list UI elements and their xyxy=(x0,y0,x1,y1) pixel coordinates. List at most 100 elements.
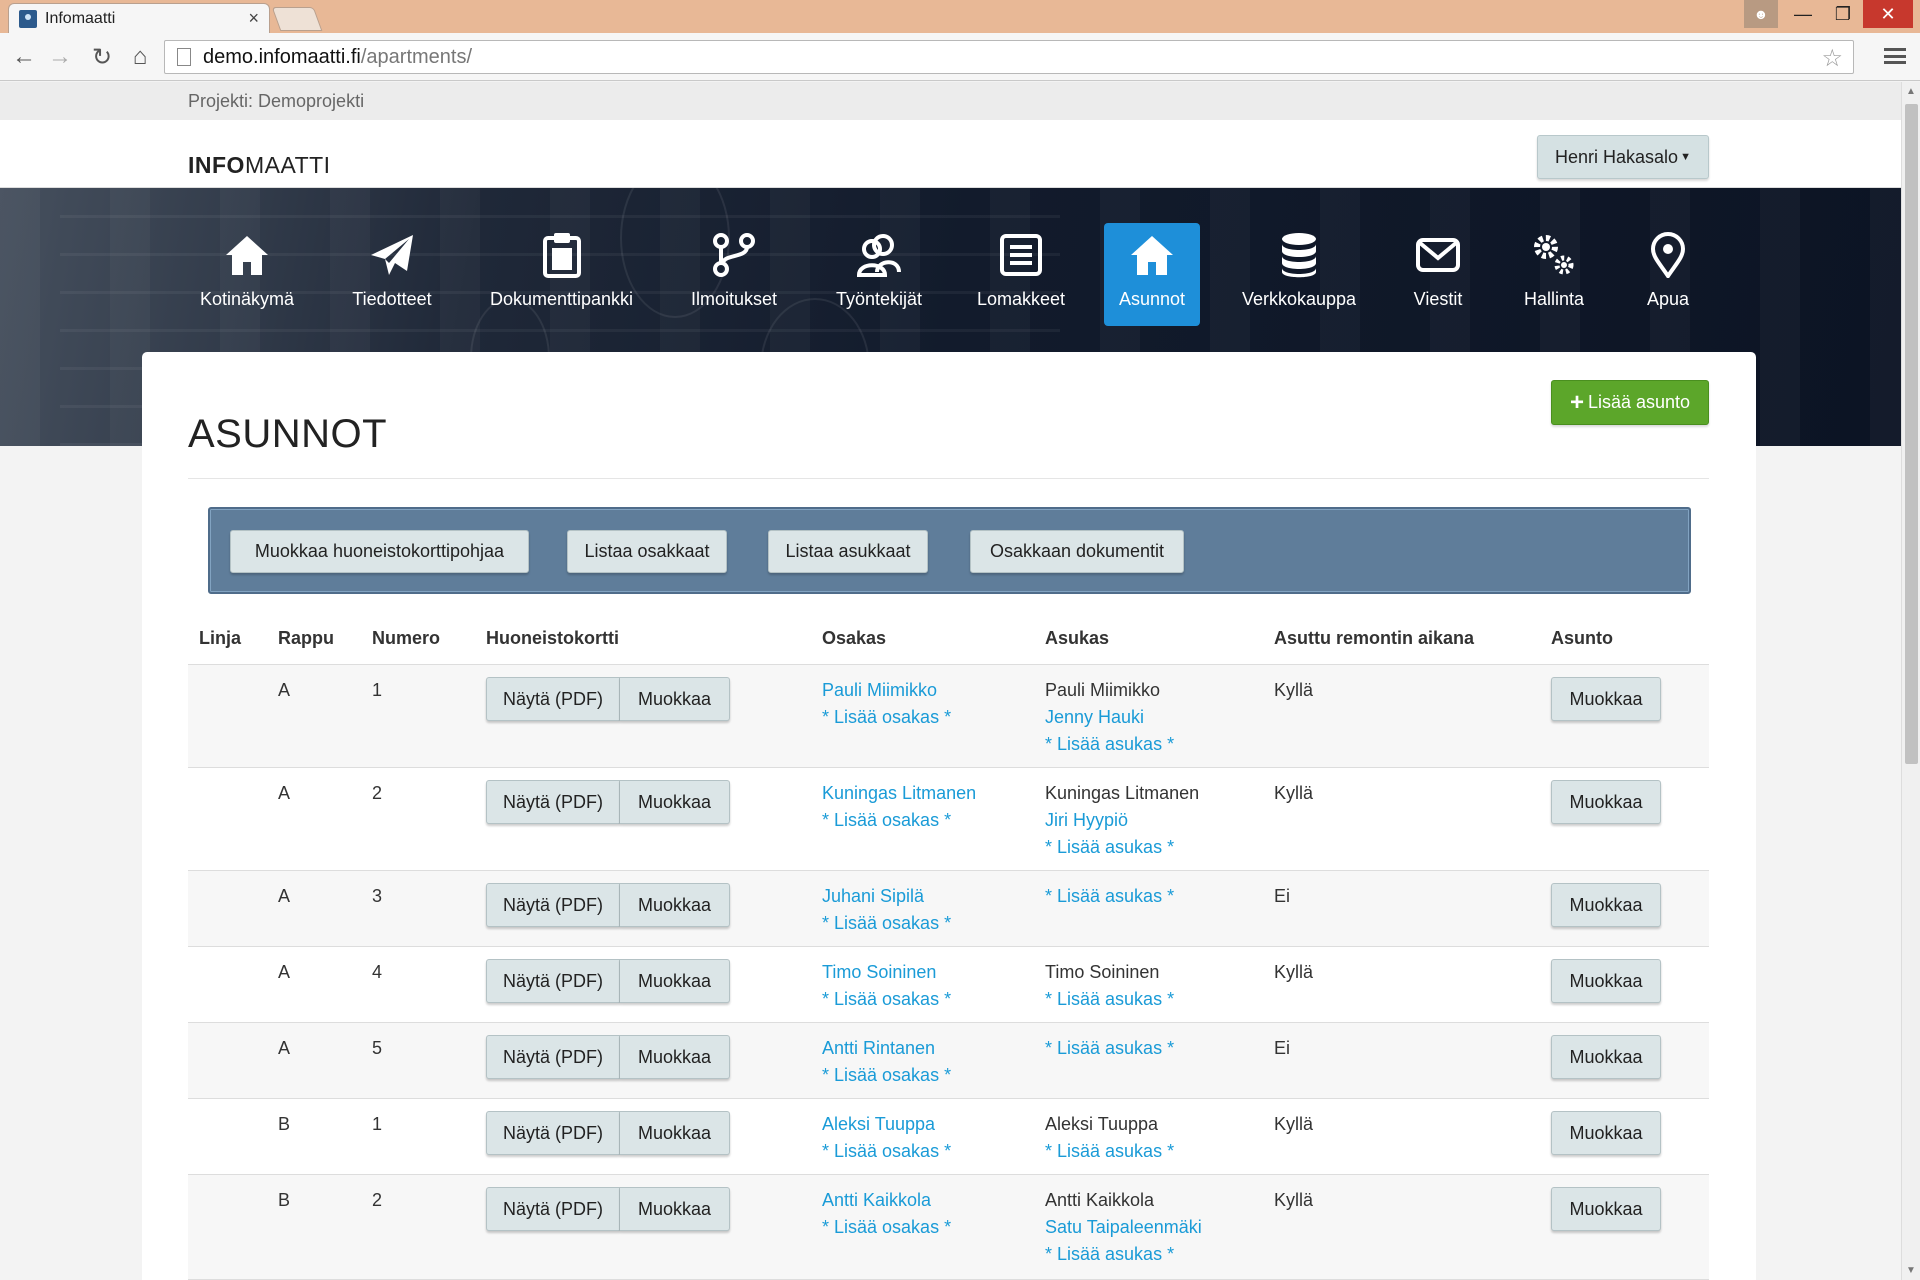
cell-asuttu: Kyllä xyxy=(1274,680,1314,700)
nav-item-kotinakyma[interactable]: Kotinäkymä xyxy=(195,223,299,326)
add-owner-link[interactable]: * Lisää osakas * xyxy=(822,704,951,731)
nav-item-tyontekijat[interactable]: Työntekijät xyxy=(827,223,931,326)
forward-arrow-icon[interactable]: → xyxy=(44,41,76,73)
cell-asuttu: Ei xyxy=(1274,1038,1291,1058)
table-row: A 2 Näytä (PDF) Muokkaa Kuningas Litmanen * L… xyxy=(188,768,1709,871)
add-owner-link[interactable]: * Lisää osakas * xyxy=(822,1062,951,1089)
browser-tab[interactable]: Infomaatti × xyxy=(8,3,270,33)
edit-apartment-button[interactable]: Muokkaa xyxy=(1551,780,1661,824)
show-pdf-button[interactable]: Näytä (PDF) xyxy=(486,780,620,824)
table-row: B 1 Näytä (PDF) Muokkaa Aleksi Tuuppa * Lisää… xyxy=(188,1099,1709,1175)
add-resident-link[interactable]: * Lisää asukas * xyxy=(1045,1138,1174,1165)
cell-rappu: B xyxy=(278,1190,291,1210)
minimize-button[interactable]: — xyxy=(1783,0,1823,28)
edit-card-button[interactable]: Muokkaa xyxy=(620,1111,730,1155)
owner-link[interactable]: Juhani Sipilä xyxy=(822,883,951,910)
add-owner-link[interactable]: * Lisää osakas * xyxy=(822,986,951,1013)
edit-apartment-button[interactable]: Muokkaa xyxy=(1551,883,1661,927)
nav-item-hallinta[interactable]: Hallinta xyxy=(1512,223,1596,326)
add-resident-link[interactable]: * Lisää asukas * xyxy=(1045,731,1174,758)
nav-item-viestit[interactable]: Viestit xyxy=(1400,223,1476,326)
show-pdf-button[interactable]: Näytä (PDF) xyxy=(486,1187,620,1231)
scroll-down-icon[interactable]: ▼ xyxy=(1906,1265,1916,1276)
edit-card-button[interactable]: Muokkaa xyxy=(620,780,730,824)
show-pdf-button[interactable]: Näytä (PDF) xyxy=(486,677,620,721)
project-bar: Projekti: Demoprojekti xyxy=(0,82,1901,120)
resident-link[interactable]: Satu Taipaleenmäki xyxy=(1045,1214,1202,1241)
nav-label: Asunnot xyxy=(1118,289,1186,309)
edit-apartment-button[interactable]: Muokkaa xyxy=(1551,1187,1661,1231)
add-resident-link[interactable]: * Lisää asukas * xyxy=(1045,1241,1202,1268)
nav-label: Tiedotteet xyxy=(352,289,432,309)
home-button-icon[interactable]: ⌂ xyxy=(124,41,156,73)
nav-item-tiedotteet[interactable]: Tiedotteet xyxy=(342,223,442,326)
nav-item-apua[interactable]: Apua xyxy=(1634,223,1702,326)
resident-link[interactable]: Jenny Hauki xyxy=(1045,704,1174,731)
bookmark-star-icon[interactable]: ☆ xyxy=(1821,44,1843,73)
gears-icon xyxy=(1531,223,1577,287)
edit-card-button[interactable]: Muokkaa xyxy=(620,959,730,1003)
list-owners-button[interactable]: Listaa osakkaat xyxy=(567,530,727,573)
scroll-thumb[interactable] xyxy=(1905,104,1918,764)
add-owner-link[interactable]: * Lisää osakas * xyxy=(822,910,951,937)
cell-asuttu: Kyllä xyxy=(1274,1114,1314,1134)
add-owner-link[interactable]: * Lisää osakas * xyxy=(822,1138,951,1165)
maximize-button[interactable]: ❐ xyxy=(1823,0,1863,28)
edit-card-button[interactable]: Muokkaa xyxy=(620,1187,730,1231)
nav-item-lomakkeet[interactable]: Lomakkeet xyxy=(972,223,1070,326)
resident-link[interactable]: Jiri Hyypiö xyxy=(1045,807,1199,834)
site-logo[interactable]: INFOMAATTI xyxy=(188,152,331,179)
edit-apartment-button[interactable]: Muokkaa xyxy=(1551,1035,1661,1079)
reload-icon[interactable]: ↻ xyxy=(86,41,118,73)
show-pdf-button[interactable]: Näytä (PDF) xyxy=(486,1035,620,1079)
apartment-card-buttons: Näytä (PDF) Muokkaa xyxy=(486,959,730,1003)
add-apartment-label: Lisää asunto xyxy=(1587,392,1691,412)
edit-apartment-button[interactable]: Muokkaa xyxy=(1551,677,1661,721)
apartment-card-buttons: Näytä (PDF) Muokkaa xyxy=(486,780,730,824)
table-row: B 2 Näytä (PDF) Muokkaa Antti Kaikkola * Lisä… xyxy=(188,1175,1709,1280)
owner-link[interactable]: Antti Rintanen xyxy=(822,1035,951,1062)
cell-rappu: A xyxy=(278,680,291,700)
edit-apartment-button[interactable]: Muokkaa xyxy=(1551,959,1661,1003)
nav-item-dokumenttipankki[interactable]: Dokumenttipankki xyxy=(484,223,639,326)
users-icon xyxy=(855,223,903,287)
back-arrow-icon[interactable]: ← xyxy=(8,41,40,73)
address-bar[interactable]: demo.infomaatti.fi/apartments/ ☆ xyxy=(164,40,1854,74)
scroll-up-icon[interactable]: ▲ xyxy=(1906,86,1916,97)
cell-osakas: Aleksi Tuuppa * Lisää osakas * xyxy=(822,1111,951,1165)
add-resident-link[interactable]: * Lisää asukas * xyxy=(1045,834,1199,861)
owner-link[interactable]: Pauli Miimikko xyxy=(822,677,951,704)
new-tab-button[interactable] xyxy=(271,7,323,31)
show-pdf-button[interactable]: Näytä (PDF) xyxy=(486,883,620,927)
edit-card-button[interactable]: Muokkaa xyxy=(620,677,730,721)
nav-item-verkkokauppa[interactable]: Verkkokauppa xyxy=(1238,223,1360,326)
owner-link[interactable]: Timo Soininen xyxy=(822,959,951,986)
nav-item-ilmoitukset[interactable]: Ilmoitukset xyxy=(684,223,784,326)
owner-link[interactable]: Antti Kaikkola xyxy=(822,1187,951,1214)
list-residents-button[interactable]: Listaa asukkaat xyxy=(768,530,928,573)
nav-label: Dokumenttipankki xyxy=(489,289,634,309)
owner-link[interactable]: Aleksi Tuuppa xyxy=(822,1111,951,1138)
home-icon xyxy=(224,223,270,287)
edit-card-button[interactable]: Muokkaa xyxy=(620,883,730,927)
edit-apartment-button[interactable]: Muokkaa xyxy=(1551,1111,1661,1155)
add-resident-link[interactable]: * Lisää asukas * xyxy=(1045,883,1174,910)
page-scrollbar[interactable]: ▲ ▼ xyxy=(1901,82,1920,1280)
show-pdf-button[interactable]: Näytä (PDF) xyxy=(486,959,620,1003)
add-owner-link[interactable]: * Lisää osakas * xyxy=(822,1214,951,1241)
browser-menu-icon[interactable] xyxy=(1884,45,1906,67)
edit-card-button[interactable]: Muokkaa xyxy=(620,1035,730,1079)
add-owner-link[interactable]: * Lisää osakas * xyxy=(822,807,976,834)
user-menu-button[interactable]: Henri Hakasalo ▼ xyxy=(1537,135,1709,179)
user-profile-icon[interactable]: ☻ xyxy=(1744,0,1778,28)
owner-documents-button[interactable]: Osakkaan dokumentit xyxy=(970,530,1184,573)
add-resident-link[interactable]: * Lisää asukas * xyxy=(1045,1035,1174,1062)
add-resident-link[interactable]: * Lisää asukas * xyxy=(1045,986,1174,1013)
tab-close-icon[interactable]: × xyxy=(248,8,259,29)
close-window-button[interactable]: ✕ xyxy=(1863,0,1913,28)
show-pdf-button[interactable]: Näytä (PDF) xyxy=(486,1111,620,1155)
nav-item-asunnot[interactable]: Asunnot xyxy=(1104,223,1200,326)
owner-link[interactable]: Kuningas Litmanen xyxy=(822,780,976,807)
add-apartment-button[interactable]: + Lisää asunto xyxy=(1551,380,1709,425)
edit-template-button[interactable]: Muokkaa huoneistokorttipohjaa xyxy=(230,530,529,573)
